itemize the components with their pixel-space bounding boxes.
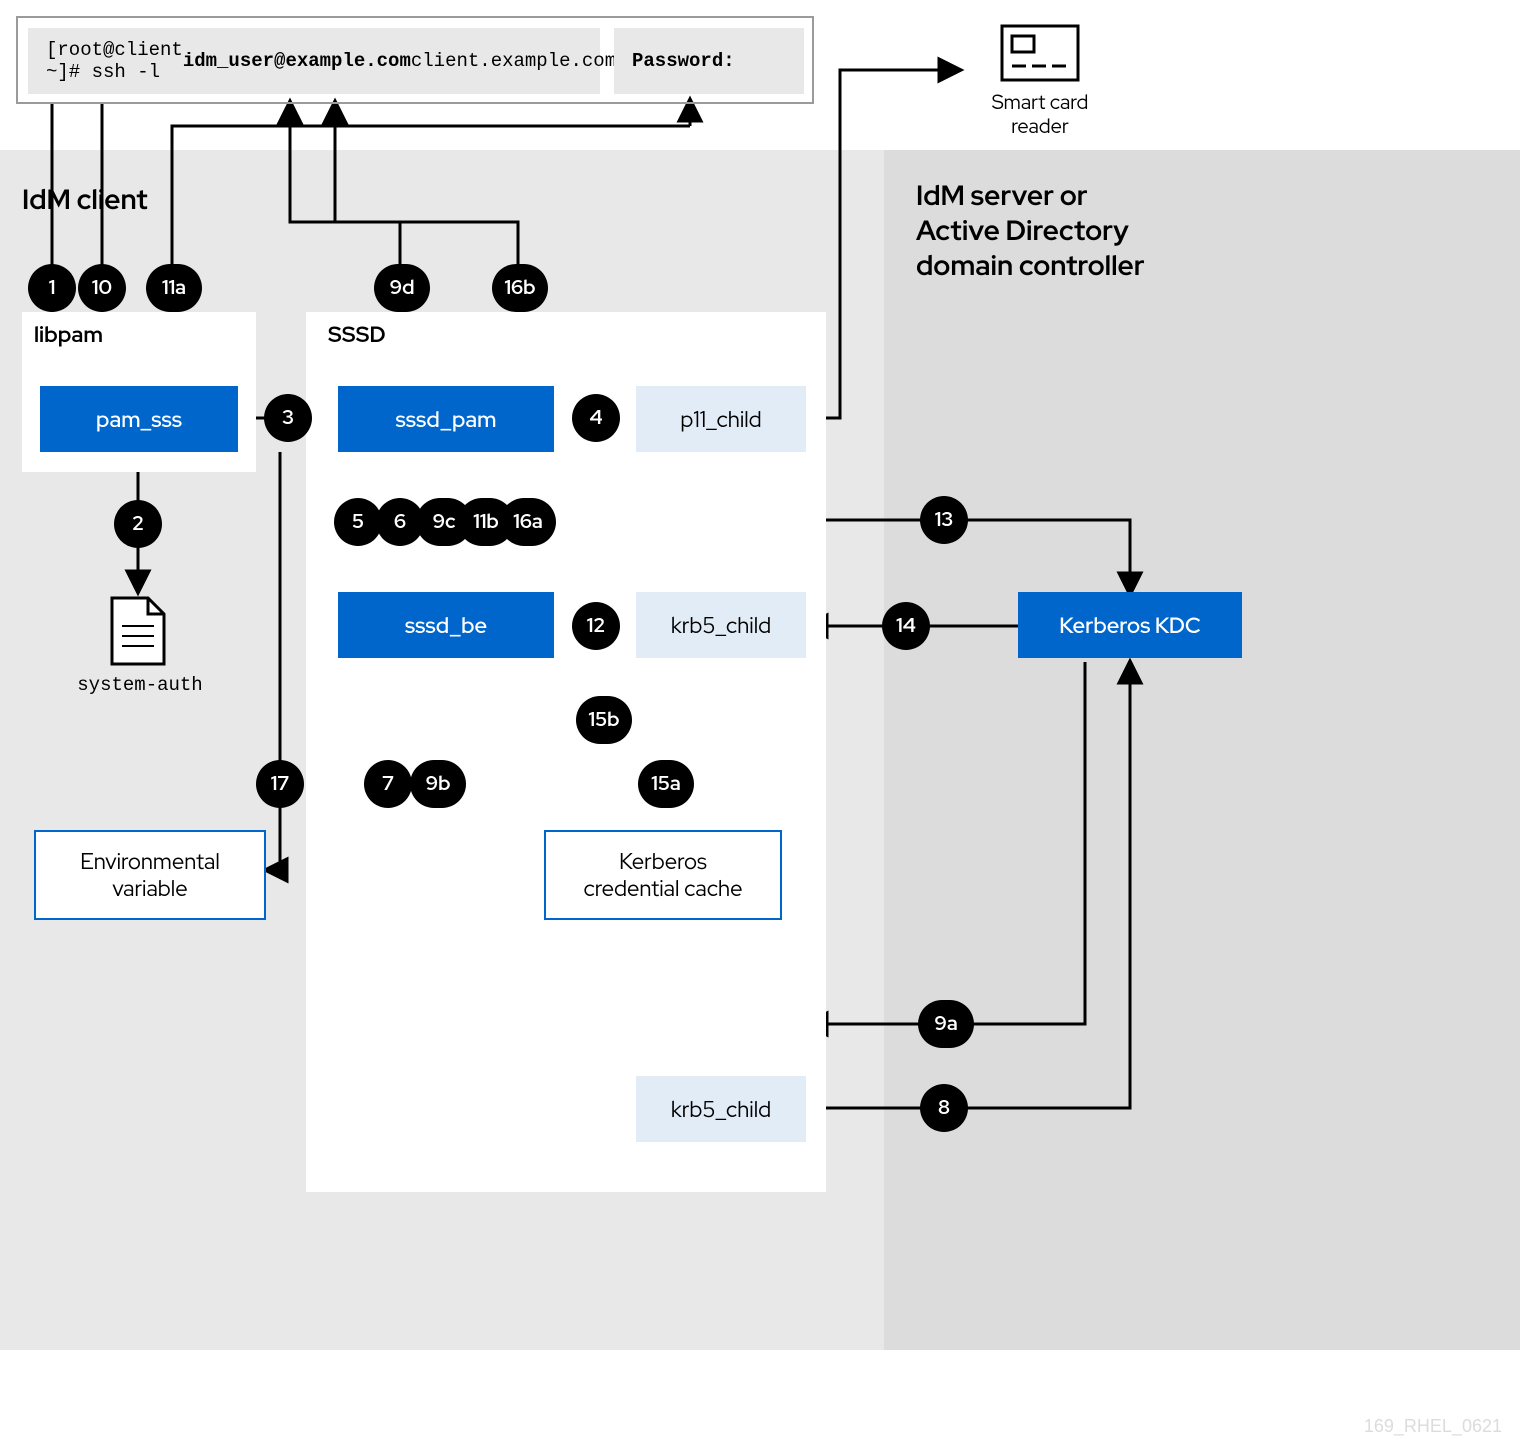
krb5-child-top-box: krb5_child (636, 592, 806, 658)
sssd-pam-box: sssd_pam (338, 386, 554, 452)
badge-3: 3 (264, 394, 312, 442)
badge-8: 8 (920, 1084, 968, 1132)
badge-9b: 9b (410, 760, 466, 808)
sssd-heading: SSSD (328, 320, 386, 349)
badge-16b: 16b (492, 264, 548, 312)
badge-2: 2 (114, 500, 162, 548)
krb5-child-bottom-box: krb5_child (636, 1076, 806, 1142)
badge-11a: 11a (146, 264, 202, 312)
badge-14: 14 (882, 602, 930, 650)
badge-9a: 9a (918, 1000, 974, 1048)
p11-child-box: p11_child (636, 386, 806, 452)
system-auth (110, 596, 166, 671)
idm-server-heading: IdM server or Active Directory domain co… (916, 178, 1196, 283)
idm-server-panel (884, 150, 1520, 1350)
terminal-outer: [root@client ~]# ssh -l idm_user@example… (16, 16, 814, 104)
kerberos-cc-box: Kerberos credential cache (544, 830, 782, 920)
idm-client-heading: IdM client (22, 180, 148, 218)
kerberos-kdc-box: Kerberos KDC (1018, 592, 1242, 658)
terminal-ssh: [root@client ~]# ssh -l idm_user@example… (28, 28, 600, 94)
badge-17: 17 (256, 760, 304, 808)
terminal-rest: client.example.com (411, 50, 616, 72)
badge-13: 13 (920, 496, 968, 544)
badge-7: 7 (364, 760, 412, 808)
terminal-password: Password: (614, 28, 804, 94)
smartcard-reader: Smart card reader (964, 24, 1116, 139)
env-var-box: Environmental variable (34, 830, 266, 920)
pam-sss-box: pam_sss (40, 386, 238, 452)
badge-12: 12 (572, 602, 620, 650)
badge-9d: 9d (374, 264, 430, 312)
terminal-password-label: Password: (632, 50, 735, 72)
badge-16a: 16a (500, 498, 556, 546)
badge-15b: 15b (576, 696, 632, 744)
system-auth-label: system-auth (70, 674, 210, 696)
document-icon (110, 596, 166, 666)
badge-4: 4 (572, 394, 620, 442)
terminal-bold: idm_user@example.com (183, 50, 411, 72)
badge-15a: 15a (638, 760, 694, 808)
badge-5: 5 (334, 498, 382, 546)
badge-10: 10 (78, 264, 126, 312)
smartcard-icon (1000, 24, 1080, 82)
terminal-prompt: [root@client ~]# ssh -l (46, 39, 183, 83)
sssd-be-box: sssd_be (338, 592, 554, 658)
watermark: 169_RHEL_0621 (1364, 1416, 1502, 1437)
libpam-heading: libpam (34, 320, 103, 349)
badge-1: 1 (28, 264, 76, 312)
smartcard-label: Smart card reader (964, 91, 1116, 139)
